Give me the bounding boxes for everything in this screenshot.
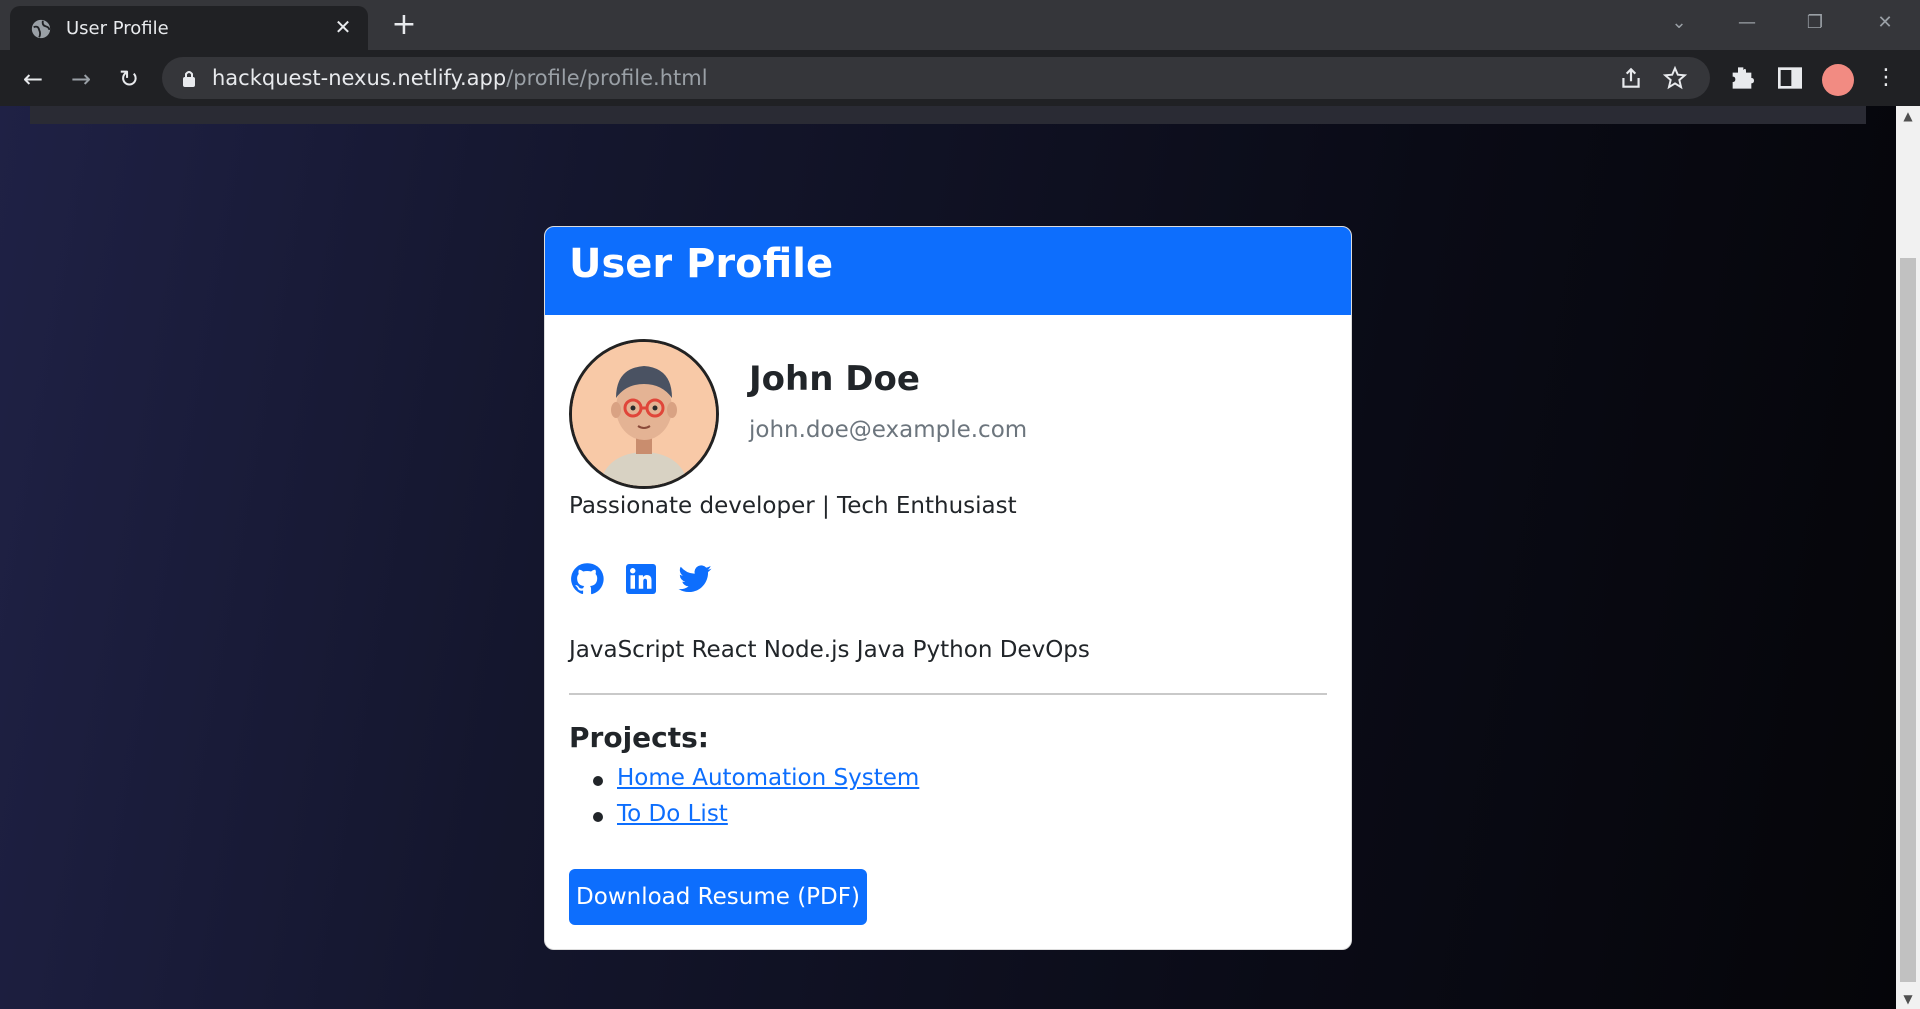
divider bbox=[569, 693, 1327, 695]
url-path: /profile/profile.html bbox=[506, 66, 708, 90]
new-tab-button[interactable]: + bbox=[390, 10, 418, 40]
menu-icon[interactable]: ⋮ bbox=[1870, 62, 1902, 94]
address-bar[interactable]: hackquest-nexus.netlify.app/profile/prof… bbox=[162, 57, 1710, 99]
minimize-button[interactable]: — bbox=[1722, 8, 1772, 38]
close-window-button[interactable]: ✕ bbox=[1860, 8, 1910, 38]
skills-list: JavaScript React Node.js Java Python Dev… bbox=[569, 637, 1090, 663]
globe-icon bbox=[31, 19, 51, 39]
browser-toolbar: ← → ↻ hackquest-nexus.netlify.app/profil… bbox=[0, 50, 1920, 106]
forward-icon[interactable]: → bbox=[64, 62, 98, 96]
bullet-icon bbox=[593, 776, 603, 786]
close-tab-icon[interactable]: ✕ bbox=[332, 16, 354, 38]
twitter-icon[interactable] bbox=[677, 561, 713, 597]
scroll-thumb[interactable] bbox=[1900, 258, 1916, 982]
profile-avatar[interactable] bbox=[1822, 64, 1854, 96]
vertical-scrollbar[interactable]: ▲ ▼ bbox=[1896, 106, 1920, 1009]
sidepanel-icon[interactable] bbox=[1774, 62, 1806, 94]
user-bio: Passionate developer | Tech Enthusiast bbox=[569, 493, 1017, 519]
github-icon[interactable] bbox=[569, 561, 605, 597]
url-host: hackquest-nexus.netlify.app bbox=[212, 66, 507, 90]
tab-search-icon[interactable]: ⌄ bbox=[1654, 8, 1704, 38]
download-resume-button[interactable]: Download Resume (PDF) bbox=[569, 869, 867, 925]
bullet-icon bbox=[593, 812, 603, 822]
avatar-illustration bbox=[572, 342, 716, 486]
user-email: john.doe@example.com bbox=[749, 417, 1028, 443]
scroll-up-icon[interactable]: ▲ bbox=[1896, 106, 1920, 126]
back-icon[interactable]: ← bbox=[16, 62, 50, 96]
browser-tab[interactable]: User Profile ✕ bbox=[10, 6, 368, 50]
linkedin-icon[interactable] bbox=[623, 561, 659, 597]
page-viewport: User Profile John Doe john.doe@example.c… bbox=[0, 106, 1896, 1009]
star-icon[interactable] bbox=[1662, 65, 1688, 91]
project-link-home-automation[interactable]: Home Automation System bbox=[617, 765, 919, 791]
reload-icon[interactable]: ↻ bbox=[112, 62, 146, 96]
avatar bbox=[569, 339, 719, 489]
tab-title: User Profile bbox=[66, 18, 169, 39]
profile-card: User Profile John Doe john.doe@example.c… bbox=[544, 226, 1352, 950]
card-header: User Profile bbox=[545, 227, 1351, 315]
share-icon[interactable] bbox=[1618, 65, 1644, 91]
extensions-icon[interactable] bbox=[1726, 62, 1758, 94]
user-name: John Doe bbox=[749, 359, 920, 399]
restore-button[interactable]: ❐ bbox=[1790, 8, 1840, 38]
page-top-strip bbox=[30, 106, 1866, 124]
page-title: User Profile bbox=[569, 241, 834, 287]
project-link-todo-list[interactable]: To Do List bbox=[617, 801, 728, 827]
url-text: hackquest-nexus.netlify.app/profile/prof… bbox=[212, 66, 708, 90]
projects-heading: Projects: bbox=[569, 721, 709, 754]
lock-icon bbox=[183, 71, 195, 87]
browser-tab-bar: User Profile ✕ + ⌄ — ❐ ✕ bbox=[0, 0, 1920, 50]
scroll-down-icon[interactable]: ▼ bbox=[1896, 989, 1920, 1009]
